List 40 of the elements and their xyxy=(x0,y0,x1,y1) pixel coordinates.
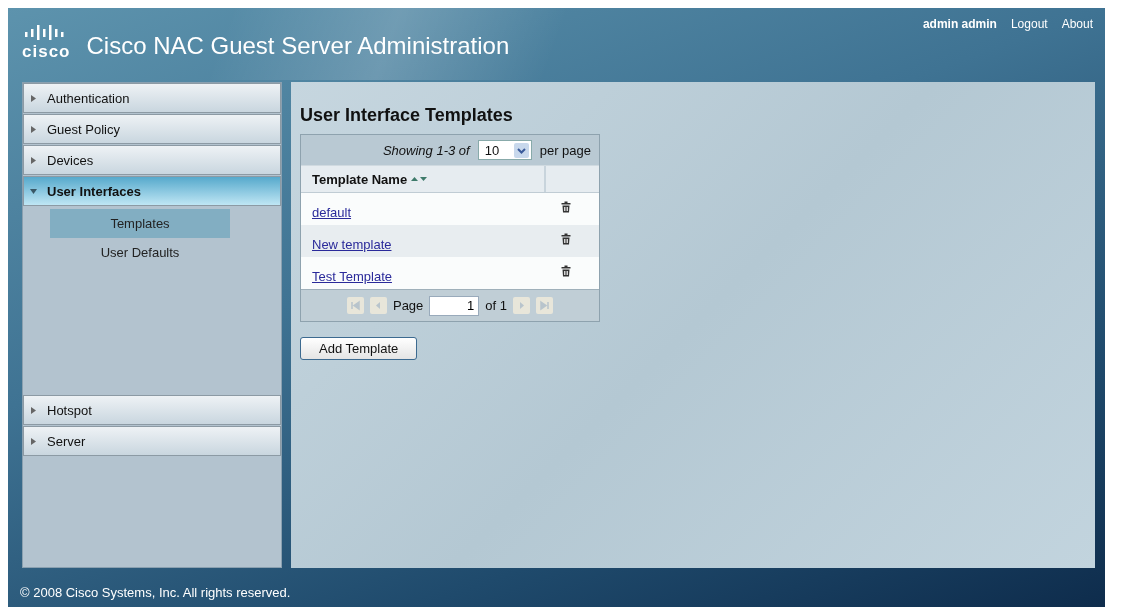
menu-item[interactable]: Hotspot xyxy=(23,395,281,425)
per-page-select[interactable]: 10 xyxy=(477,140,532,160)
menu-item[interactable]: Server xyxy=(23,426,281,456)
previous-page-icon[interactable] xyxy=(369,297,387,314)
page-heading: User Interface Templates xyxy=(300,105,514,126)
caret-icon xyxy=(30,156,37,164)
logo-text: cisco xyxy=(22,43,71,60)
add-template-button[interactable]: Add Template xyxy=(300,337,418,360)
header-link[interactable]: Logout xyxy=(1010,17,1048,80)
trash-icon[interactable] xyxy=(561,201,571,213)
dropdown-icon xyxy=(513,142,529,158)
submenu-item[interactable]: Templates xyxy=(50,209,230,238)
app-title: Cisco NAC Guest Server Administration xyxy=(86,32,510,60)
caret-icon xyxy=(30,406,37,414)
trash-icon[interactable] xyxy=(561,233,571,245)
showing-label: Showing 1-3 of xyxy=(382,142,470,158)
last-page-icon[interactable] xyxy=(536,297,554,314)
sort-icon xyxy=(411,176,429,182)
template-link[interactable]: New template xyxy=(312,236,392,252)
user-name: admin admin xyxy=(922,17,997,33)
header-link[interactable]: About xyxy=(1061,17,1093,80)
copyright-text: © 2008 Cisco Systems, Inc. All rights reserved. xyxy=(19,584,292,600)
caret-icon xyxy=(30,437,37,445)
page-count: of 1 xyxy=(485,298,508,313)
page-label: Page xyxy=(392,298,424,313)
template-link[interactable]: default xyxy=(312,204,352,220)
per-page-label: per page xyxy=(539,142,591,158)
template-link[interactable]: Test Template xyxy=(312,268,392,284)
menu-item[interactable]: Devices xyxy=(23,145,281,175)
page-field[interactable]: 1 xyxy=(429,295,480,316)
menu-item[interactable]: User Interfaces xyxy=(23,176,281,206)
caret-icon xyxy=(30,187,37,195)
next-page-icon[interactable] xyxy=(513,297,531,314)
caret-icon xyxy=(30,125,37,133)
trash-icon[interactable] xyxy=(561,265,571,277)
first-page-icon[interactable] xyxy=(346,297,364,314)
menu-item[interactable]: Authentication xyxy=(23,83,281,113)
caret-icon xyxy=(30,94,37,102)
submenu-item[interactable]: User Defaults xyxy=(50,238,230,267)
menu-item[interactable]: Guest Policy xyxy=(23,114,281,144)
